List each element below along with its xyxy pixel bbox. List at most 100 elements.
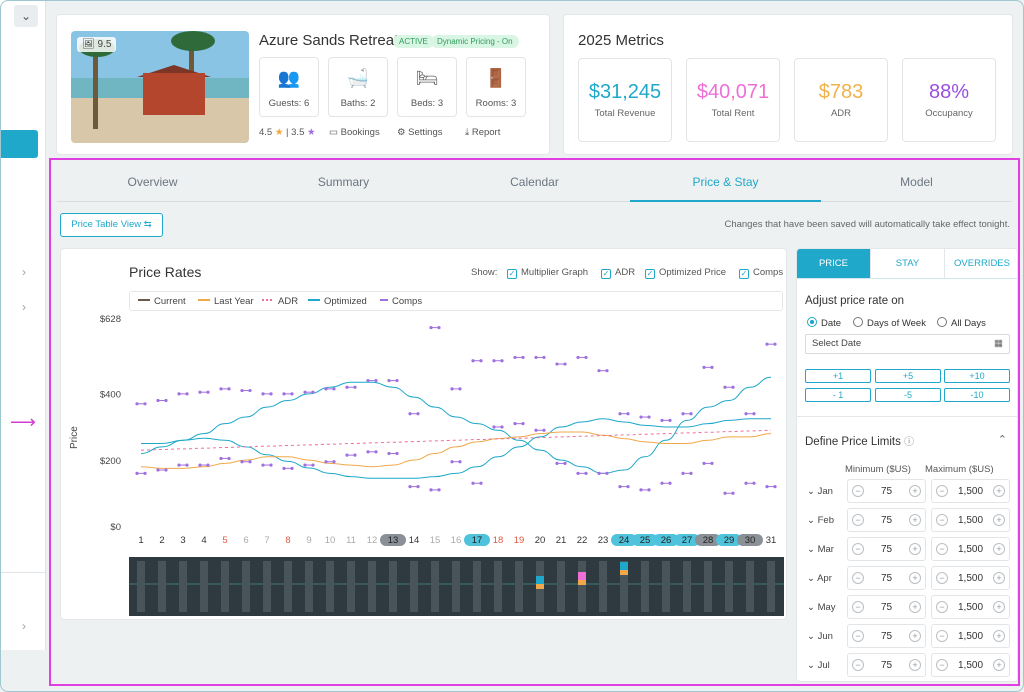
max-price-field[interactable]: −1,500 + [931, 595, 1010, 619]
comp-dot [597, 369, 601, 373]
month-name: Apr [817, 573, 832, 584]
stepper-minus-10[interactable]: -10 [944, 388, 1010, 402]
x-tick-label: 26 [661, 535, 672, 546]
max-price-field[interactable]: −1,500 + [931, 537, 1010, 561]
comp-dot [429, 488, 433, 492]
chevron-right-icon[interactable]: › [22, 619, 26, 633]
sidebar-dropdown-button[interactable]: ⌄ [14, 5, 38, 27]
property-image[interactable]: 🖼 9.5 [71, 31, 249, 143]
min-price-field[interactable]: −75 + [847, 508, 926, 532]
tab-model[interactable]: Model [821, 164, 1012, 202]
month-label[interactable]: ⌄ Jan [807, 486, 833, 497]
x-tick-label: 4 [201, 535, 206, 546]
chevron-right-icon[interactable]: › [22, 300, 26, 314]
plus-icon[interactable]: + [909, 659, 921, 671]
price-table-view-button[interactable]: Price Table View ⇆ [60, 213, 163, 237]
y-tick-label: $628 [100, 314, 121, 325]
metric-value: $31,245 [588, 81, 662, 103]
comp-dot [311, 463, 315, 467]
max-price-field[interactable]: −1,500 + [931, 624, 1010, 648]
month-label[interactable]: ⌄ Apr [807, 573, 832, 584]
comp-dot [626, 484, 630, 489]
x-tick-label: 18 [493, 535, 504, 546]
x-tick-label: 2 [159, 535, 164, 546]
settings-link[interactable]: ⚙ Settings [397, 127, 443, 138]
tab-overview[interactable]: Overview [57, 164, 248, 202]
multiplier-bar [557, 561, 565, 612]
max-price-field[interactable]: −1,500 + [931, 566, 1010, 590]
comp-dot [668, 418, 672, 422]
plus-icon[interactable]: + [993, 572, 1005, 584]
comp-dot [471, 481, 475, 485]
min-price-field[interactable]: −75 + [847, 566, 926, 590]
metric-occupancy: 88% Occupancy [902, 58, 996, 142]
tab-price[interactable]: PRICE [797, 249, 871, 279]
comp-dot [555, 461, 559, 466]
collapse-icon[interactable]: ⌃ [998, 433, 1007, 446]
plus-icon[interactable]: + [993, 659, 1005, 671]
month-label[interactable]: ⌄ Jun [807, 631, 833, 642]
min-price-field[interactable]: −75 + [847, 624, 926, 648]
plus-icon[interactable]: + [993, 543, 1005, 555]
chevron-right-icon[interactable]: › [22, 265, 26, 279]
help-icon[interactable]: ⓘ [904, 437, 914, 448]
min-price-field[interactable]: −75 + [847, 595, 926, 619]
plus-icon[interactable]: + [993, 485, 1005, 497]
multiplier-bar [704, 561, 712, 612]
tab-price-stay[interactable]: Price & Stay [630, 164, 821, 202]
max-price-field[interactable]: −1,500 + [931, 653, 1010, 677]
radio-all-days[interactable]: All Days [937, 317, 986, 329]
stepper-plus-10[interactable]: +10 [944, 369, 1010, 383]
stepper-plus-5[interactable]: +5 [875, 369, 941, 383]
tab-calendar[interactable]: Calendar [439, 164, 630, 202]
x-tick-label: 29 [724, 535, 735, 546]
plus-icon[interactable]: + [993, 514, 1005, 526]
metric-revenue: $31,245 Total Revenue [578, 58, 672, 142]
max-price-field[interactable]: −1,500 + [931, 508, 1010, 532]
sidebar-active-item[interactable] [0, 130, 38, 158]
tab-stay[interactable]: STAY [871, 249, 945, 279]
multiplier-bar [515, 561, 523, 612]
x-tick-label: 16 [451, 535, 462, 546]
month-label[interactable]: ⌄ Jul [807, 660, 830, 671]
stepper-minus-1[interactable]: - 1 [805, 388, 871, 402]
plus-icon[interactable]: + [993, 630, 1005, 642]
price-plot[interactable]: Price$628$400$200$01 2 3 4 5 6 7 8 9 10 11 12 13 14 15… [61, 249, 788, 621]
plus-icon[interactable]: + [909, 514, 921, 526]
report-link[interactable]: ⤓ Report [465, 127, 500, 138]
plus-icon[interactable]: + [909, 485, 921, 497]
comp-dot [660, 481, 664, 485]
month-label[interactable]: ⌄ Mar [807, 544, 834, 555]
metric-label: ADR [830, 108, 852, 119]
month-label[interactable]: ⌄ May [807, 602, 836, 613]
radio-date[interactable]: Date [807, 317, 841, 329]
plus-icon[interactable]: + [909, 630, 921, 642]
select-date-input[interactable]: Select Date ▦ [805, 334, 1010, 354]
tab-summary[interactable]: Summary [248, 164, 439, 202]
multiplier-block [536, 584, 544, 589]
plus-icon[interactable]: + [993, 601, 1005, 613]
radio-days-of-week[interactable]: Days of Week [853, 317, 926, 329]
y-tick-label: $400 [100, 390, 121, 401]
stepper-minus-5[interactable]: -5 [875, 388, 941, 402]
min-price-field[interactable]: −75 + [847, 479, 926, 503]
month-label[interactable]: ⌄ Feb [807, 515, 834, 526]
comp-dot [156, 468, 160, 472]
max-price-field[interactable]: −1,500 + [931, 479, 1010, 503]
plus-icon[interactable]: + [909, 601, 921, 613]
min-price-field[interactable]: −75 + [847, 653, 926, 677]
bookings-link[interactable]: ▭ Bookings [329, 127, 380, 138]
comp-dot [416, 484, 420, 489]
plus-icon[interactable]: + [909, 572, 921, 584]
min-price-field[interactable]: −75 + [847, 537, 926, 561]
comp-dot [282, 466, 286, 470]
comp-dot [584, 471, 588, 475]
property-name: Azure Sands Retreat [259, 32, 399, 49]
stepper-plus-1[interactable]: +1 [805, 369, 871, 383]
comp-dot [458, 460, 462, 464]
comp-dot [143, 471, 147, 475]
multiplier-bar [599, 561, 607, 612]
multiplier-bar [473, 561, 481, 612]
tab-overrides[interactable]: OVERRIDES [945, 249, 1017, 279]
plus-icon[interactable]: + [909, 543, 921, 555]
